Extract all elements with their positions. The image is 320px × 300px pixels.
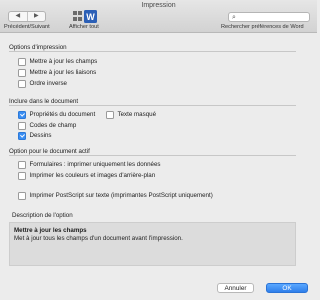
document-properties-checkbox[interactable] <box>18 111 26 119</box>
background-colors-checkbox[interactable] <box>18 172 26 180</box>
divider <box>9 105 296 106</box>
option-forms-data-only[interactable]: Formulaires : imprimer uniquement les do… <box>18 161 161 169</box>
reverse-order-checkbox[interactable] <box>18 80 26 88</box>
search-label: Rechercher préférences de Word <box>221 24 304 30</box>
window-title: Impression <box>141 2 176 9</box>
description-heading: Mettre à jour les champs <box>14 227 87 234</box>
option-document-properties[interactable]: Propriétés du document <box>18 111 95 119</box>
reverse-order-label: Ordre inverse <box>29 80 67 88</box>
description-text: Met à jour tous les champs d'un document… <box>14 235 183 242</box>
ok-button[interactable]: OK <box>266 283 308 293</box>
option-update-links[interactable]: Mettre à jour les liaisons <box>18 69 96 77</box>
word-logo-letter: W <box>86 12 95 22</box>
forms-data-only-label: Formulaires : imprimer uniquement les do… <box>29 161 161 169</box>
cancel-button[interactable]: Annuler <box>217 283 254 293</box>
field-codes-label: Codes de champ <box>29 122 77 130</box>
section-title-active-document: Option pour le document actif <box>9 148 90 155</box>
update-links-checkbox[interactable] <box>18 69 26 77</box>
show-all-label: Afficher tout <box>69 24 99 30</box>
drawings-checkbox[interactable] <box>18 132 26 140</box>
toolbar: Impression ◀ ▶ Précédent/Suivant W Affic… <box>0 0 317 33</box>
option-reverse-order[interactable]: Ordre inverse <box>18 80 67 88</box>
section-title-include: Inclure dans le document <box>9 98 79 105</box>
drawings-label: Dessins <box>29 132 52 140</box>
option-postscript-over-text[interactable]: Imprimer PostScript sur texte (imprimant… <box>18 192 213 200</box>
option-drawings[interactable]: Dessins <box>18 132 52 140</box>
section-title-print-options: Options d'impression <box>9 44 67 51</box>
grid-word-icon: W <box>73 10 97 23</box>
prev-next-control[interactable]: ◀ ▶ <box>8 11 46 22</box>
postscript-over-text-checkbox[interactable] <box>18 192 26 200</box>
back-arrow-icon[interactable]: ◀ <box>9 12 27 21</box>
hidden-text-label: Texte masqué <box>117 111 157 119</box>
divider <box>9 155 296 156</box>
search-icon: ⌕ <box>232 14 236 21</box>
postscript-over-text-label: Imprimer PostScript sur texte (imprimant… <box>29 192 213 200</box>
divider <box>9 51 296 52</box>
search-field[interactable]: ⌕ <box>228 12 310 22</box>
show-all-button[interactable]: W <box>73 10 99 23</box>
option-background-colors[interactable]: Imprimer les couleurs et images d'arrièr… <box>18 172 155 180</box>
update-links-label: Mettre à jour les liaisons <box>29 69 97 77</box>
background-colors-label: Imprimer les couleurs et images d'arrièr… <box>29 172 156 180</box>
field-codes-checkbox[interactable] <box>18 122 26 130</box>
description-box: Mettre à jour les champs Met à jour tous… <box>9 222 296 266</box>
description-title: Description de l'option <box>12 212 73 219</box>
preferences-window: Impression ◀ ▶ Précédent/Suivant W Affic… <box>0 0 317 300</box>
forward-arrow-icon[interactable]: ▶ <box>26 12 46 21</box>
update-fields-checkbox[interactable] <box>18 58 26 66</box>
hidden-text-checkbox[interactable] <box>106 111 114 119</box>
option-field-codes[interactable]: Codes de champ <box>18 122 76 130</box>
forms-data-only-checkbox[interactable] <box>18 161 26 169</box>
document-properties-label: Propriétés du document <box>29 111 96 119</box>
prev-next-label: Précédent/Suivant <box>4 24 50 30</box>
option-update-fields[interactable]: Mettre à jour les champs <box>18 58 97 66</box>
option-hidden-text[interactable]: Texte masqué <box>106 111 156 119</box>
update-fields-label: Mettre à jour les champs <box>29 58 98 66</box>
